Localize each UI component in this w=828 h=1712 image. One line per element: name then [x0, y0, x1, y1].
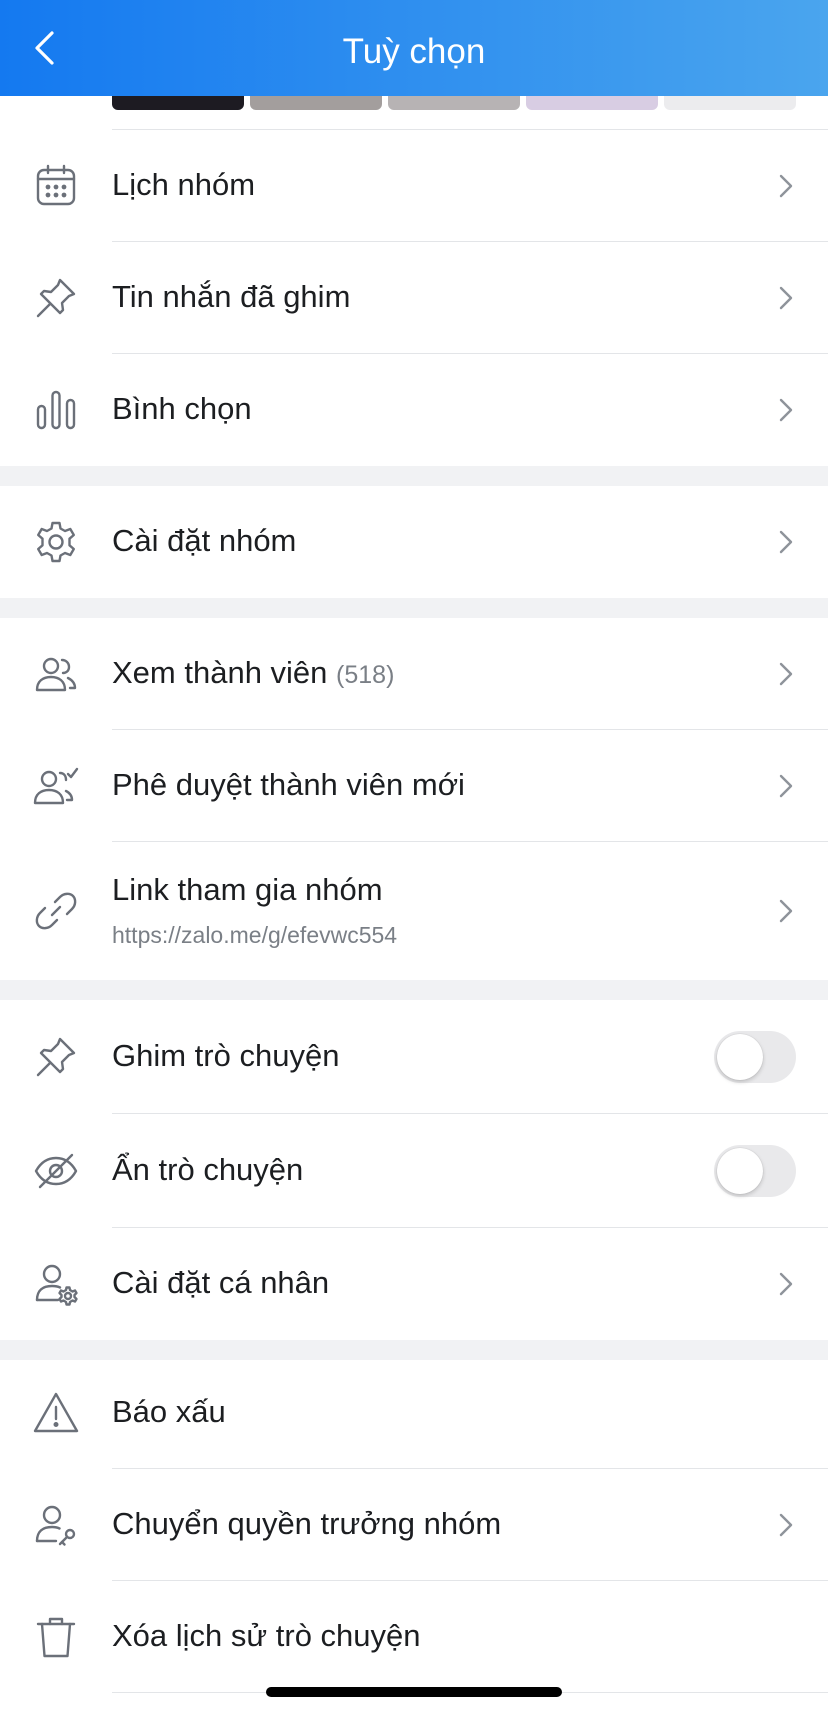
group-link-url[interactable]: https://zalo.me/g/efevwc554 — [112, 922, 397, 949]
members-label: Xem thành viên — [112, 655, 328, 690]
menu-item-personal-settings[interactable]: Cài đặt cá nhân — [0, 1228, 828, 1340]
menu-item-label: Lịch nhóm — [112, 167, 256, 202]
menu-item-label: Tin nhắn đã ghim — [112, 279, 351, 314]
chevron-right-icon — [776, 284, 796, 312]
menu-item-label: Báo xấu — [112, 1394, 226, 1429]
poll-icon — [32, 386, 80, 434]
menu-item-group-calendar[interactable]: Lịch nhóm — [0, 130, 828, 241]
chevron-right-icon — [776, 528, 796, 556]
menu-item-report[interactable]: Báo xấu — [0, 1358, 828, 1468]
media-thumbnail[interactable] — [250, 96, 382, 110]
menu-item-label: Phê duyệt thành viên mới — [112, 767, 465, 802]
menu-item-view-members[interactable]: Xem thành viên (518) — [0, 618, 828, 729]
pin-icon — [32, 274, 80, 322]
header-bar: Tuỳ chọn — [0, 0, 828, 96]
media-thumbnail[interactable] — [112, 96, 244, 110]
toggle-knob — [717, 1148, 763, 1194]
member-count: (518) — [336, 661, 395, 689]
chevron-right-icon — [776, 1511, 796, 1539]
eye-off-icon — [32, 1147, 80, 1195]
link-icon — [32, 887, 80, 935]
home-indicator — [266, 1687, 562, 1697]
warning-icon — [32, 1389, 80, 1437]
trash-icon — [32, 1613, 80, 1661]
chevron-right-icon — [776, 396, 796, 424]
pin-icon — [32, 1033, 80, 1081]
page-title: Tuỳ chọn — [342, 32, 486, 71]
chevron-right-icon — [776, 172, 796, 200]
menu-item-hide-chat: Ẩn trò chuyện — [0, 1114, 828, 1227]
section-separator — [0, 1340, 828, 1360]
menu-item-label: Cài đặt cá nhân — [112, 1265, 330, 1300]
menu-item-poll[interactable]: Bình chọn — [0, 354, 828, 465]
toggle-knob — [717, 1034, 763, 1080]
menu-item-label: Bình chọn — [112, 391, 252, 426]
menu-item-delete-history[interactable]: Xóa lịch sử trò chuyện — [0, 1581, 828, 1692]
media-thumbnail[interactable] — [664, 96, 796, 110]
section-separator — [0, 598, 828, 618]
menu-item-label: Link tham gia nhóm — [112, 872, 383, 907]
chevron-right-icon — [776, 660, 796, 688]
calendar-icon — [32, 162, 80, 210]
hide-chat-toggle[interactable] — [714, 1145, 796, 1197]
menu-item-label: Xem thành viên (518) — [112, 655, 394, 691]
menu-item-label: Cài đặt nhóm — [112, 523, 297, 558]
transfer-owner-icon — [32, 1501, 80, 1549]
menu-item-group-link[interactable]: Link tham gia nhóm https://zalo.me/g/efe… — [0, 842, 828, 980]
approve-members-icon — [32, 762, 80, 810]
pin-chat-toggle[interactable] — [714, 1031, 796, 1083]
menu-item-label: Ẩn trò chuyện — [112, 1152, 304, 1187]
menu-item-label: Xóa lịch sử trò chuyện — [112, 1618, 421, 1653]
chevron-right-icon — [776, 1270, 796, 1298]
menu-item-label: Chuyển quyền trưởng nhóm — [112, 1506, 502, 1541]
menu-item-approve-members[interactable]: Phê duyệt thành viên mới — [0, 730, 828, 841]
menu-item-label: Ghim trò chuyện — [112, 1038, 340, 1073]
members-icon — [32, 650, 80, 698]
chevron-right-icon — [776, 897, 796, 925]
media-thumbnail[interactable] — [388, 96, 520, 110]
chevron-right-icon — [776, 772, 796, 800]
menu-item-group-settings[interactable]: Cài đặt nhóm — [0, 486, 828, 598]
menu-item-pin-chat: Ghim trò chuyện — [0, 1000, 828, 1113]
section-separator — [0, 980, 828, 1000]
user-settings-icon — [32, 1260, 80, 1308]
menu-item-pinned-messages[interactable]: Tin nhắn đã ghim — [0, 242, 828, 353]
media-thumbnail[interactable] — [526, 96, 658, 110]
gear-icon — [32, 518, 80, 566]
media-strip[interactable] — [0, 96, 828, 130]
menu-item-transfer-ownership[interactable]: Chuyển quyền trưởng nhóm — [0, 1469, 828, 1580]
section-separator — [0, 466, 828, 486]
